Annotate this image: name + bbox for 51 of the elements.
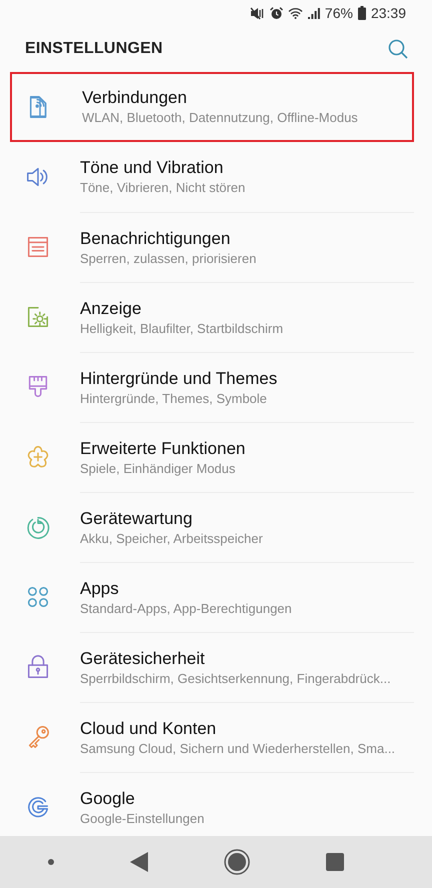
signal-icon bbox=[308, 7, 320, 19]
item-subtitle: Akku, Speicher, Arbeitsspeicher bbox=[80, 530, 264, 548]
item-subtitle: Sperrbildschirm, Gesichtserkennung, Fingerabdrück... bbox=[80, 670, 392, 688]
item-title: Google bbox=[80, 788, 136, 810]
item-title: Anzeige bbox=[80, 298, 142, 320]
back-icon[interactable] bbox=[130, 852, 148, 872]
settings-item[interactable]: Töne und Vibration Töne, Vibrieren, Nicht stören bbox=[10, 142, 414, 212]
item-title: Töne und Vibration bbox=[80, 157, 224, 179]
item-title: Verbindungen bbox=[82, 87, 188, 109]
item-subtitle: Helligkeit, Blaufilter, Startbildschirm bbox=[80, 320, 284, 338]
settings-item[interactable]: Gerätesicherheit Sperrbildschirm, Gesichtserkennung, Fingerabdrück... bbox=[10, 632, 414, 702]
battery-percent: 76% bbox=[324, 5, 353, 21]
padlock-icon bbox=[25, 654, 51, 680]
home-icon[interactable] bbox=[224, 849, 250, 875]
page-title: EINSTELLUNGEN bbox=[25, 40, 163, 58]
item-title: Erweiterte Funktionen bbox=[80, 438, 246, 460]
settings-item[interactable]: Apps Standard-Apps, App-Berechtigungen bbox=[10, 562, 414, 632]
settings-item[interactable]: Hintergründe und Themes Hintergründe, Themes, Symbole bbox=[10, 352, 414, 422]
item-subtitle: Sperren, zulassen, priorisieren bbox=[80, 250, 258, 268]
four-circles-icon bbox=[25, 584, 51, 610]
settings-item[interactable]: Verbindungen WLAN, Bluetooth, Datennutzung, Offline-Modus bbox=[10, 72, 414, 142]
item-title: Benachrichtigungen bbox=[80, 228, 232, 250]
battery-icon bbox=[358, 6, 366, 20]
mute-vibrate-icon bbox=[250, 6, 265, 20]
search-icon[interactable] bbox=[388, 39, 408, 59]
clock: 23:39 bbox=[370, 5, 406, 21]
item-title: Apps bbox=[80, 578, 120, 600]
item-subtitle: Spiele, Einhändiger Modus bbox=[80, 460, 236, 478]
item-title: Cloud und Konten bbox=[80, 718, 218, 740]
item-subtitle: WLAN, Bluetooth, Datennutzung, Offline-Modus bbox=[82, 109, 359, 127]
notification-list-icon bbox=[25, 234, 51, 260]
item-title: Gerätewartung bbox=[80, 508, 194, 530]
google-g-icon bbox=[25, 794, 51, 820]
settings-item[interactable]: Erweiterte Funktionen Spiele, Einhändiger Modus bbox=[10, 422, 414, 492]
wifi-icon bbox=[288, 7, 303, 19]
puzzle-plus-icon bbox=[25, 444, 51, 470]
item-subtitle: Google-Einstellungen bbox=[80, 810, 206, 828]
item-title: Gerätesicherheit bbox=[80, 648, 206, 670]
refresh-circle-icon bbox=[25, 514, 51, 540]
display-brightness-icon bbox=[25, 304, 51, 330]
settings-item[interactable]: Cloud und Konten Samsung Cloud, Sichern und Wiederherstellen, Sma... bbox=[10, 702, 414, 772]
settings-item[interactable]: Benachrichtigungen Sperren, zulassen, priorisieren bbox=[10, 212, 414, 282]
item-subtitle: Samsung Cloud, Sichern und Wiederherstellen, Sma... bbox=[80, 740, 396, 758]
dot-icon[interactable] bbox=[48, 859, 54, 865]
item-title: Hintergründe und Themes bbox=[80, 368, 278, 390]
settings-item[interactable]: Gerätewartung Akku, Speicher, Arbeitsspeicher bbox=[10, 492, 414, 562]
item-subtitle: Hintergründe, Themes, Symbole bbox=[80, 390, 268, 408]
item-subtitle: Töne, Vibrieren, Nicht stören bbox=[80, 179, 246, 197]
settings-item[interactable]: Anzeige Helligkeit, Blaufilter, Startbildschirm bbox=[10, 282, 414, 352]
item-subtitle: Standard-Apps, App-Berechtigungen bbox=[80, 600, 293, 618]
alarm-icon bbox=[270, 6, 283, 20]
